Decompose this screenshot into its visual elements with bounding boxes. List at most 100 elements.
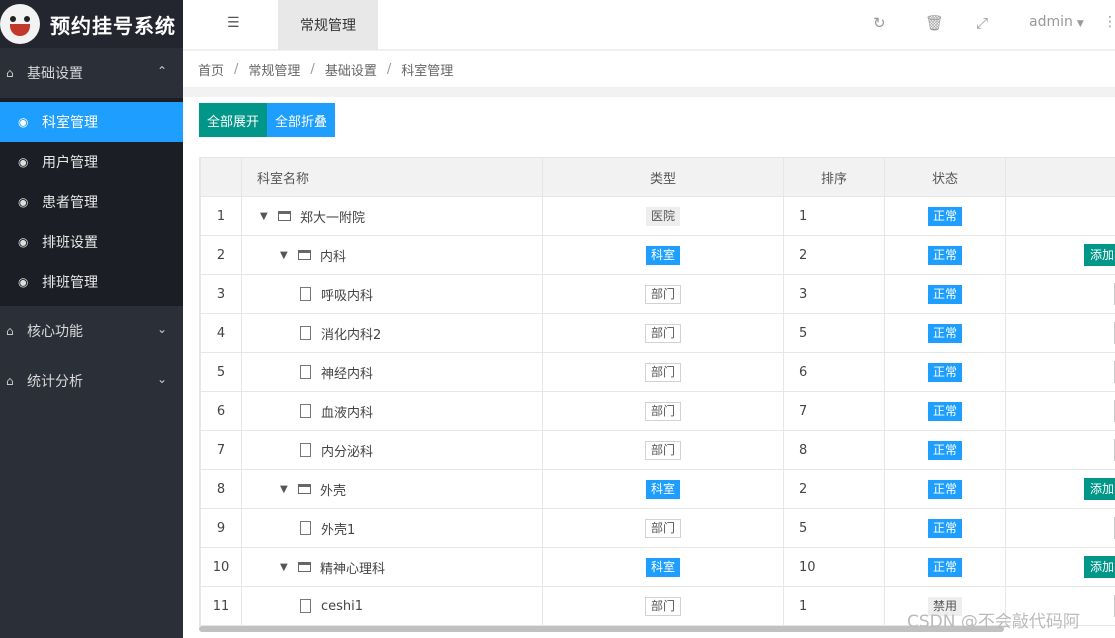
ops-cell: 修改 [1005,430,1115,470]
type-badge: 部门 [644,284,681,304]
sidebar-item-label: 科室管理 [42,115,98,131]
row-index: 2 [200,235,242,275]
file-icon [300,521,311,535]
nav-group-label: 统计分析 [27,374,83,390]
app-title: 预约挂号系统 [50,13,176,38]
sidebar-item-schedule-management[interactable]: ◉ 排班管理 [0,262,183,302]
breadcrumb-current: 科室管理 [401,63,454,79]
row-index: 11 [200,586,242,626]
chevron-down-icon: ⌄ [156,322,167,336]
table-row: 7 内分泌科 部门 8 正常 修改 [200,430,1115,470]
sidebar-item-patients[interactable]: ◉ 患者管理 [0,182,183,222]
menu-toggle-icon[interactable]: ☰ [227,15,240,31]
status-badge: 正常 [927,557,962,577]
table-header-row: 科室名称 类型 排序 状态 操 [200,157,1115,197]
dashboard-icon: ◉ [18,275,29,289]
nav-group-core-functions[interactable]: ⌂ 核心功能 ⌄ [0,306,183,356]
breadcrumb-home[interactable]: 首页 [198,60,224,79]
sidebar: 预约挂号系统 ⌂ 基础设置 ⌃ ◉ 科室管理 ◉ 用户管理 ◉ 患者管理 ◉ 排… [0,0,183,638]
status-cell: 正常 [884,508,1006,548]
trash-icon[interactable]: 🗑 [925,14,944,32]
home-icon: ⌂ [6,374,14,388]
refresh-icon[interactable]: ↻ [873,14,886,32]
add-button[interactable]: 添加 [1083,478,1115,500]
more-icon[interactable]: ⋮ [1103,14,1115,30]
file-icon [300,365,311,379]
sort-cell: 8 [783,430,885,470]
tab-general-management[interactable]: 常规管理 [278,0,378,50]
sidebar-item-label: 患者管理 [42,195,98,211]
logo-area[interactable]: 预约挂号系统 [0,0,183,48]
type-badge: 科室 [645,479,680,499]
table-row: 4 消化内科2 部门 5 正常 修改 [200,313,1115,353]
status-badge: 正常 [927,479,962,499]
breadcrumb: 首页 / 常规管理 / 基础设置 / 科室管理 [183,51,1115,87]
add-button[interactable]: 添加 [1083,244,1115,266]
name-cell: 血液内科 [241,391,543,431]
table-row: 1 ▼ 郑大一附院 医院 1 正常 添加 [200,196,1115,236]
fullscreen-icon[interactable]: ⤢ [976,14,988,32]
type-badge: 科室 [645,557,680,577]
sidebar-item-label: 排班管理 [42,275,98,291]
breadcrumb-general[interactable]: 常规管理 [248,60,300,79]
file-icon [300,287,311,301]
file-icon [300,443,311,457]
sidebar-item-users[interactable]: ◉ 用户管理 [0,142,183,182]
name-cell: ▼ 内科 [241,235,543,275]
breadcrumb-separator: / [234,61,239,77]
caret-down-icon[interactable]: ▼ [280,250,292,261]
name-cell: 内分泌科 [241,430,543,470]
row-index: 7 [200,430,242,470]
horizontal-scrollbar[interactable] [199,626,1004,632]
status-cell: 正常 [884,391,1006,431]
main-panel: 全部展开 全部折叠 科室名称 类型 排序 状态 操 1▼郑大一附院医院1正常添加… [183,97,1115,638]
sort-cell: 7 [783,391,885,431]
type-badge: 部门 [644,440,681,460]
status-badge: 正常 [927,362,962,382]
type-cell: 科室 [542,235,784,275]
ops-cell: 修改 [1005,313,1115,353]
sidebar-item-department[interactable]: ◉ 科室管理 [0,102,183,142]
breadcrumb-basic[interactable]: 基础设置 [325,60,377,79]
row-index: 4 [200,313,242,353]
caret-down-icon[interactable]: ▼ [280,562,292,573]
breadcrumb-separator: / [386,61,392,77]
col-header-type: 类型 [542,157,784,197]
table-row: 2 ▼ 内科 科室 2 正常 添加修 [200,235,1115,275]
status-cell: 正常 [884,196,1006,236]
sort-cell: 1 [783,586,885,626]
status-cell: 正常 [884,430,1006,470]
sort-cell: 5 [783,508,885,548]
nav-group-basic-settings[interactable]: ⌂ 基础设置 ⌃ [0,48,183,98]
expand-all-button[interactable]: 全部展开 [199,103,268,137]
ops-cell: 添加修 [1005,547,1115,587]
logo-image [0,4,40,44]
submenu-basic-settings: ◉ 科室管理 ◉ 用户管理 ◉ 患者管理 ◉ 排班设置 ◉ 排班管理 [0,98,183,306]
nav-group-statistics[interactable]: ⌂ 统计分析 ⌄ [0,356,183,406]
sort-cell: 1 [783,196,885,236]
collapse-all-button[interactable]: 全部折叠 [267,103,336,137]
sidebar-item-schedule-settings[interactable]: ◉ 排班设置 [0,222,183,262]
department-name: 外壳1 [321,522,356,538]
watermark: CSDN @不会敲代码阿 [907,612,1080,632]
name-cell: ▼ 郑大一附院 [241,196,543,236]
home-icon: ⌂ [6,324,14,338]
status-cell: 正常 [884,274,1006,314]
caret-down-icon[interactable]: ▼ [280,484,292,495]
user-menu[interactable]: admin ▼ [1029,14,1084,30]
table-body: 1▼郑大一附院医院1正常添加2▼内科科室2正常添加修3呼吸内科部门3正常修改4消… [200,196,1115,626]
name-cell: 外壳1 [241,508,543,548]
name-cell: 呼吸内科 [241,274,543,314]
ops-cell: 修改 [1005,508,1115,548]
caret-down-icon: ▼ [1076,19,1084,29]
breadcrumb-separator: / [310,61,315,77]
department-name: 呼吸内科 [321,288,374,304]
status-cell: 正常 [884,352,1006,392]
caret-down-icon[interactable]: ▼ [260,211,272,222]
ops-cell: 修改 [1005,352,1115,392]
status-badge: 正常 [927,401,962,421]
col-header-sort: 排序 [783,157,885,197]
add-button[interactable]: 添加 [1083,556,1115,578]
file-icon [300,404,311,418]
row-index: 8 [200,469,242,509]
